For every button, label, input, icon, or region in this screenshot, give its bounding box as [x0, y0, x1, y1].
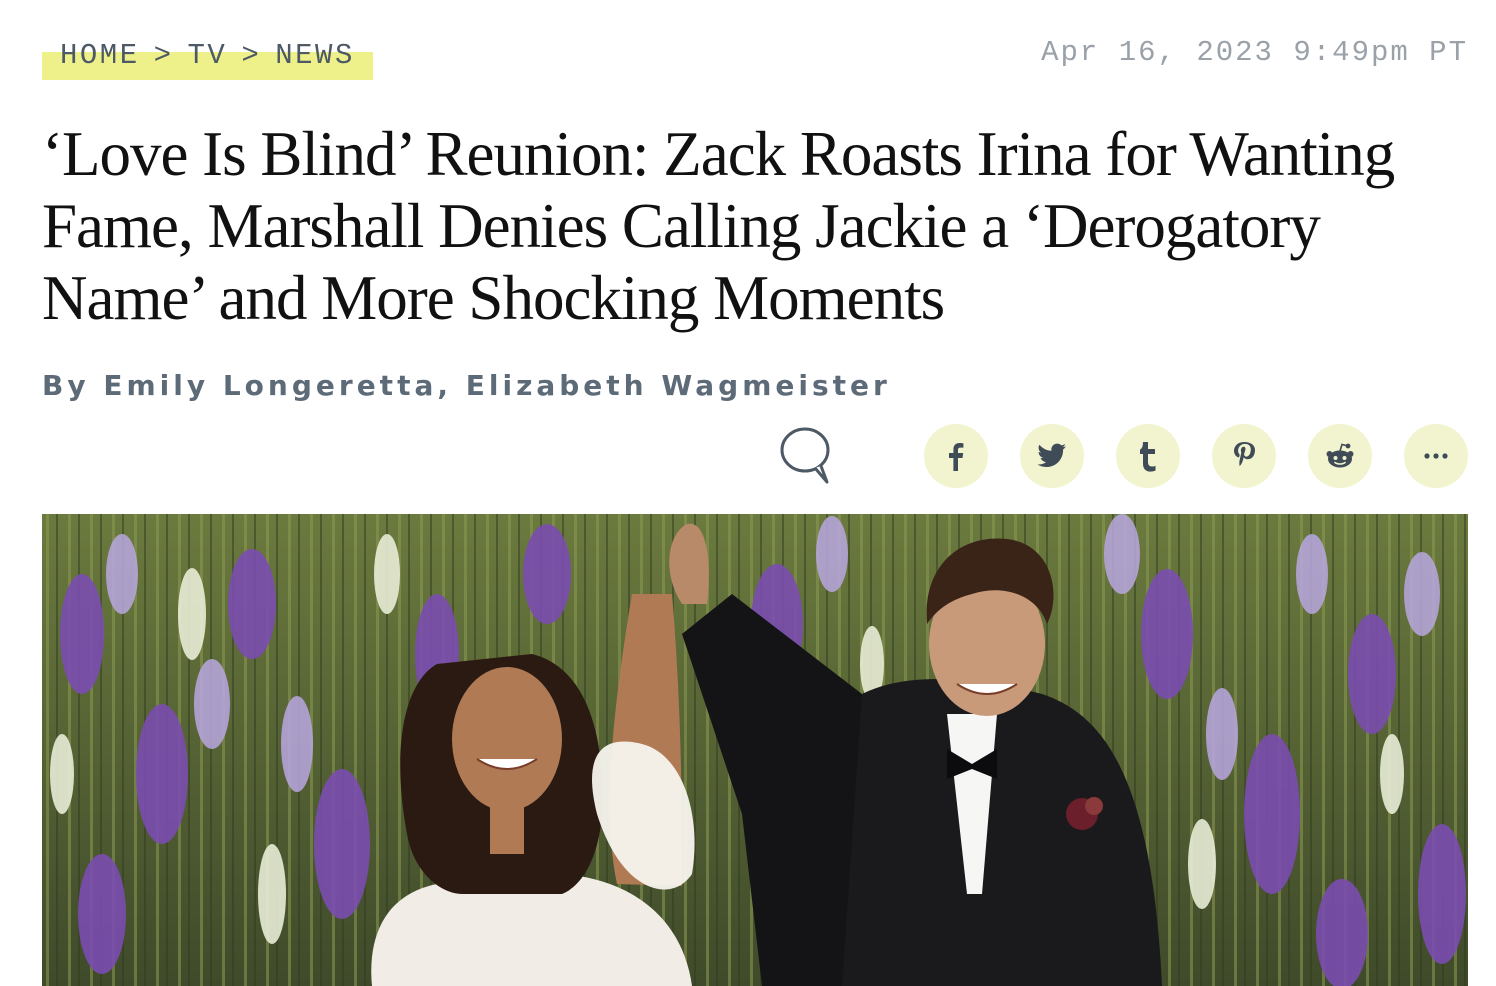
twitter-share-button[interactable] — [1020, 424, 1084, 488]
hero-image — [42, 514, 1468, 986]
article-headline: ‘Love Is Blind’ Reunion: Zack Roasts Iri… — [42, 119, 1395, 333]
hero-photo-illustration — [42, 514, 1468, 986]
tumblr-icon — [1140, 442, 1156, 472]
reddit-icon — [1326, 443, 1354, 468]
more-icon — [1424, 453, 1448, 459]
tumblr-share-button[interactable] — [1116, 424, 1180, 488]
article-meta-row: HOME > TV > NEWS Apr 16, 2023 9:49pm PT — [42, 30, 1468, 80]
breadcrumb-home-link[interactable]: HOME — [60, 39, 140, 72]
reddit-share-button[interactable] — [1308, 424, 1372, 488]
breadcrumb-separator: > — [241, 38, 262, 72]
facebook-icon — [949, 443, 964, 471]
author-link[interactable]: Elizabeth Wagmeister — [466, 369, 891, 402]
more-share-options-button[interactable] — [1404, 424, 1468, 488]
breadcrumb-news-link[interactable]: NEWS — [275, 39, 355, 72]
facebook-share-button[interactable] — [924, 424, 988, 488]
twitter-icon — [1037, 443, 1066, 467]
byline-prefix: By — [42, 369, 90, 402]
publish-timestamp: Apr 16, 2023 9:49pm PT — [1041, 35, 1468, 69]
pinterest-share-button[interactable] — [1212, 424, 1276, 488]
article-page: HOME > TV > NEWS Apr 16, 2023 9:49pm PT … — [0, 0, 1496, 986]
breadcrumb-separator: > — [153, 38, 174, 72]
speech-bubble-icon — [780, 427, 830, 484]
author-link[interactable]: Emily Longeretta — [103, 369, 437, 402]
breadcrumb: HOME > TV > NEWS — [42, 30, 373, 80]
pinterest-icon — [1234, 442, 1255, 467]
comments-button[interactable] — [778, 424, 836, 488]
share-bar — [778, 424, 1468, 488]
breadcrumb-tv-link[interactable]: TV — [188, 39, 228, 72]
byline: By Emily Longeretta, Elizabeth Wagmeiste… — [42, 369, 891, 402]
byline-separator: , — [437, 369, 452, 402]
